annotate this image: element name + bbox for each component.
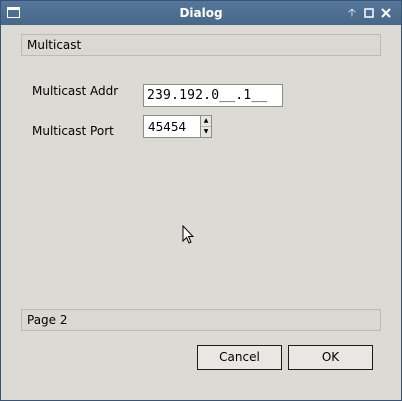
multicast-port-value[interactable]: 45454	[148, 120, 186, 134]
multicast-addr-label: Multicast Addr	[32, 84, 119, 98]
mouse-pointer-icon	[182, 225, 194, 244]
maximize-icon[interactable]	[363, 6, 375, 20]
ok-button[interactable]: OK	[288, 345, 373, 370]
cancel-button[interactable]: Cancel	[197, 345, 282, 370]
section-footer-page: Page 2	[21, 309, 381, 331]
multicast-port-spinbox[interactable]: 45454 ▲ ▼	[143, 115, 212, 138]
close-icon[interactable]	[380, 6, 392, 20]
spin-buttons: ▲ ▼	[200, 116, 211, 137]
title-bar[interactable]: Dialog 🡡	[1, 1, 401, 25]
arrow-up-icon[interactable]: 🡡	[346, 6, 358, 20]
dialog-content: Multicast Multicast Addr 239.192.0__.1__…	[1, 25, 401, 400]
dialog-window: Dialog 🡡 Multicast Multicast Addr 239.19…	[0, 0, 402, 401]
section-header-multicast: Multicast	[21, 34, 381, 56]
spin-down-arrow-icon[interactable]: ▼	[201, 127, 211, 137]
spin-up-arrow-icon[interactable]: ▲	[201, 116, 211, 127]
multicast-addr-input[interactable]: 239.192.0__.1__	[143, 84, 283, 107]
window-title: Dialog	[179, 6, 223, 20]
multicast-port-label: Multicast Port	[32, 124, 114, 138]
